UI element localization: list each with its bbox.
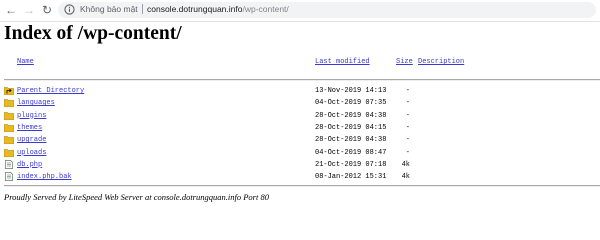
folder-icon: [3, 111, 15, 120]
table-row: db.php 21-Oct-2019 07:18 4k: [0, 159, 600, 171]
entry-modified: 04-Oct-2019 08:47: [315, 148, 387, 157]
file-icon: [4, 159, 14, 169]
info-icon[interactable]: [64, 4, 75, 15]
security-label: Không bảo mật: [80, 4, 138, 14]
entry-modified: 28-Oct-2019 04:38: [315, 111, 387, 120]
footer-divider: [4, 185, 600, 187]
entry-link[interactable]: uploads: [17, 149, 46, 157]
table-row: plugins 28-Oct-2019 04:38 -: [0, 110, 600, 122]
entry-size: -: [405, 99, 410, 108]
entry-modified: 13-Nov-2019 14:13: [315, 87, 387, 95]
entry-modified: 28-Oct-2019 04:15: [315, 123, 387, 132]
entry-size: -: [405, 136, 410, 145]
entry-size: -: [405, 123, 410, 132]
server-signature: Proudly Served by LiteSpeed Web Server a…: [4, 192, 269, 202]
folder-up-icon: [3, 86, 15, 96]
column-header-description[interactable]: Description: [418, 58, 464, 66]
table-row: themes 28-Oct-2019 04:15 -: [0, 122, 600, 134]
back-arrow-icon[interactable]: ←: [4, 3, 18, 17]
entry-modified: 21-Oct-2019 07:18: [315, 160, 387, 169]
reload-icon[interactable]: ↻: [40, 3, 54, 17]
column-header-size[interactable]: Size: [396, 58, 413, 66]
table-row: languages 04-Oct-2019 07:35 -: [0, 97, 600, 109]
table-row: uploads 04-Oct-2019 08:47 -: [0, 147, 600, 159]
table-row: index.php.bak 08-Jan-2012 15:31 4k: [0, 171, 600, 183]
folder-icon: [3, 98, 15, 108]
column-header-row: Name Last modified Size Description: [0, 56, 600, 68]
entry-link[interactable]: themes: [17, 124, 42, 132]
entry-link[interactable]: db.php: [17, 161, 42, 169]
table-row: upgrade 28-Oct-2019 04:38 -: [0, 134, 600, 146]
entry-link[interactable]: upgrade: [17, 136, 46, 144]
header-divider: [4, 79, 600, 81]
entry-link[interactable]: plugins: [17, 112, 46, 120]
table-row: Parent Directory 13-Nov-2019 14:13 -: [0, 85, 600, 97]
entry-link[interactable]: languages: [17, 99, 55, 107]
url-text[interactable]: console.dotrungquan.info/wp-content/: [147, 4, 289, 14]
entry-size: -: [405, 87, 410, 95]
entry-modified: 28-Oct-2019 04:38: [315, 136, 387, 145]
address-bar[interactable]: Không bảo mật console.dotrungquan.info/w…: [58, 2, 596, 18]
forward-arrow-icon[interactable]: →: [22, 3, 36, 17]
folder-icon: [3, 148, 15, 157]
entry-modified: 04-Oct-2019 07:35: [315, 99, 387, 108]
folder-icon: [3, 123, 15, 133]
file-icon: [4, 172, 14, 182]
entry-size: 4k: [401, 160, 410, 169]
column-header-name[interactable]: Name: [17, 58, 34, 66]
entry-link[interactable]: index.php.bak: [17, 173, 72, 181]
column-header-last-modified[interactable]: Last modified: [315, 58, 370, 66]
entry-size: 4k: [401, 173, 410, 182]
browser-toolbar: ← → ↻ Không bảo mật console.dotrungquan.…: [0, 0, 600, 22]
url-path: /wp-content/: [242, 4, 289, 14]
entry-modified: 08-Jan-2012 15:31: [315, 173, 387, 182]
address-separator: [142, 4, 143, 14]
url-host: console.dotrungquan.info: [147, 4, 243, 14]
page-title: Index of /wp-content/: [4, 23, 182, 44]
entry-size: -: [405, 148, 410, 157]
folder-icon: [3, 135, 15, 145]
entry-size: -: [405, 111, 410, 120]
entry-link[interactable]: Parent Directory: [17, 87, 84, 95]
